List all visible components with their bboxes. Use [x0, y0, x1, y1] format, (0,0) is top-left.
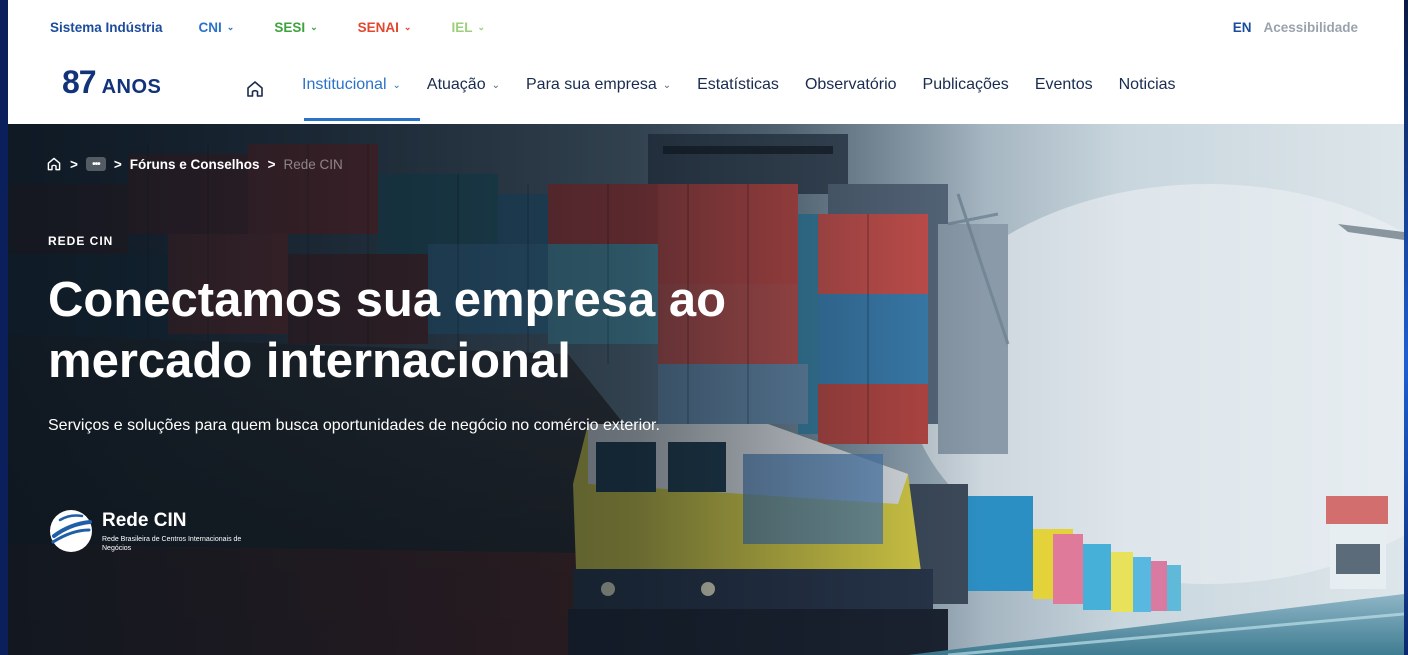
logo-87-anos[interactable]: 87 ANOS	[62, 64, 161, 101]
nav-observatorio[interactable]: Observatório	[805, 76, 897, 94]
hero-headline: Conectamos sua empresa ao mercado intern…	[48, 270, 868, 392]
hero-banner: > ••• > Fóruns e Conselhos > Rede CIN RE…	[8, 124, 1404, 655]
breadcrumb-separator: >	[70, 156, 78, 172]
nav-institucional[interactable]: Institucional ⌄	[302, 76, 401, 94]
headline-line-1: Conectamos sua empresa ao	[48, 273, 727, 327]
page: Sistema Indústria CNI ⌄ SESI ⌄ SENAI ⌄ IEL ⌄…	[8, 0, 1404, 655]
breadcrumb-more-button[interactable]: •••	[85, 157, 106, 171]
hero-eyebrow: REDE CIN	[48, 234, 114, 248]
chevron-down-icon: ⌄	[662, 79, 672, 91]
hero-subtitle: Serviços e soluções para quem busca opor…	[48, 417, 660, 434]
breadcrumb-separator: >	[113, 156, 122, 172]
rede-cin-text: Rede CIN Rede Brasileira de Centros Inte…	[102, 510, 242, 553]
logo-text: ANOS	[101, 76, 162, 98]
rede-cin-description: Rede Brasileira de Centros Internacionai…	[102, 535, 242, 552]
nav-eventos[interactable]: Eventos	[1035, 76, 1093, 94]
sesi-dropdown[interactable]: SESI ⌄	[274, 20, 317, 35]
nav-noticias[interactable]: Noticias	[1119, 76, 1176, 94]
chevron-down-icon: ⌄	[491, 79, 500, 91]
chevron-down-icon: ⌄	[392, 79, 401, 91]
main-navigation: 87 ANOS Institucional ⌄ Atuação ⌄ Para sua…	[8, 52, 1404, 125]
nav-estatisticas[interactable]: Estatísticas	[697, 76, 779, 94]
nav-publicacoes[interactable]: Publicações	[923, 76, 1009, 94]
active-nav-indicator	[304, 118, 420, 121]
home-button[interactable]	[244, 78, 266, 100]
rede-cin-name: Rede CIN	[102, 509, 187, 531]
rede-cin-logo: Rede CIN Rede Brasileira de Centros Inte…	[48, 508, 242, 554]
iel-dropdown[interactable]: IEL ⌄	[451, 20, 485, 35]
chevron-down-icon: ⌄	[403, 21, 412, 32]
breadcrumb-foruns-e-conselhos[interactable]: Fóruns e Conselhos	[130, 157, 260, 172]
home-icon	[247, 81, 263, 97]
utility-bar: Sistema Indústria CNI ⌄ SESI ⌄ SENAI ⌄ IEL ⌄…	[8, 8, 1404, 46]
breadcrumb-separator: >	[267, 156, 276, 172]
nav-atuacao[interactable]: Atuação ⌄	[427, 76, 500, 94]
cni-dropdown[interactable]: CNI ⌄	[199, 20, 235, 35]
chevron-down-icon: ⌄	[310, 21, 318, 32]
accessibility-link[interactable]: Acessibilidade	[1263, 20, 1358, 35]
home-icon[interactable]	[46, 156, 62, 172]
nav-para-sua-empresa[interactable]: Para sua empresa ⌄	[526, 76, 671, 94]
breadcrumb: > ••• > Fóruns e Conselhos > Rede CIN	[46, 156, 343, 172]
language-toggle[interactable]: EN	[1233, 20, 1252, 35]
chevron-down-icon: ⌄	[477, 21, 486, 32]
chevron-down-icon: ⌄	[226, 21, 235, 32]
breadcrumb-current: Rede CIN	[283, 156, 343, 172]
rede-cin-globe-icon	[50, 510, 92, 552]
sistema-industria-link[interactable]: Sistema Indústria	[50, 20, 163, 35]
headline-line-2: mercado internacional	[48, 334, 571, 388]
senai-dropdown[interactable]: SENAI ⌄	[358, 20, 412, 35]
logo-number: 87	[62, 64, 97, 100]
nav-links: Institucional ⌄ Atuação ⌄ Para sua empresa…	[302, 76, 1176, 94]
